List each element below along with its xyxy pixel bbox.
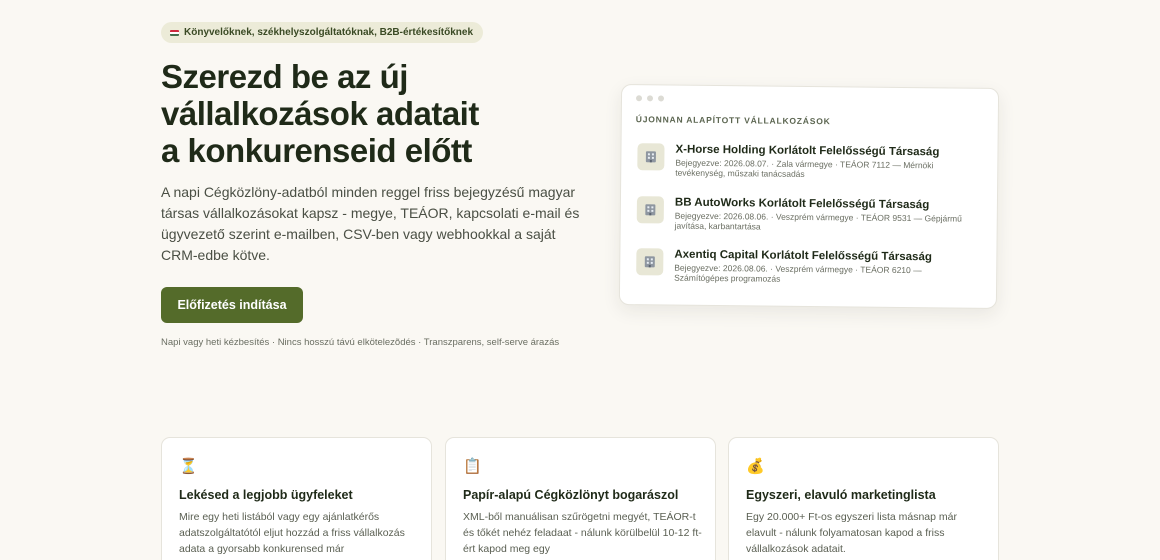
feature-card-late-clients: ⏳ Lekésed a legjobb ügyfeleket Mire egy … — [161, 437, 432, 560]
new-companies-preview-card: ÚJONNAN ALAPÍTOTT VÁLLALKOZÁSOK X-Horse … — [618, 84, 1000, 309]
audience-badge: Könyvelőknek, székhelyszolgáltatóknak, B… — [161, 22, 484, 43]
hero-title: Szerezd be az új vállalkozások adatait a… — [161, 58, 601, 169]
hero-description: A napi Cégközlöny-adatból minden reggel … — [161, 184, 580, 263]
window-dot — [635, 95, 643, 102]
hero-title-line: a konkurenseid előtt — [161, 132, 472, 169]
preview-heading: ÚJONNAN ALAPÍTOTT VÁLLALKOZÁSOK — [635, 114, 831, 127]
company-name: BB AutoWorks Korlátolt Felelősségű Társa… — [674, 196, 930, 212]
feature-card-paper-gazette: 📋 Papír-alapú Cégközlönyt bogarászol XML… — [445, 437, 716, 560]
feature-title: Egyszeri, elavuló marketinglista — [746, 488, 936, 502]
start-subscription-button[interactable]: Előfizetés indítása — [161, 287, 303, 323]
building-icon — [636, 196, 664, 224]
clipboard-icon: 📋 — [463, 458, 482, 475]
cta-note: Napi vagy heti kézbesítés · Nincs hosszú… — [161, 337, 560, 348]
window-dot — [646, 95, 654, 102]
window-dots — [635, 95, 665, 102]
company-item: BB AutoWorks Korlátolt Felelősségű Társa… — [636, 194, 977, 242]
company-meta: Bejegyezve: 2026.08.06. · Veszprém várme… — [674, 210, 962, 232]
hungarian-flag-icon — [170, 29, 179, 36]
feature-title: Papír-alapú Cégközlönyt bogarászol — [463, 488, 679, 502]
hero-title-line: Szerezd be az új — [161, 58, 408, 95]
feature-text: XML-ből manuálisan szűrögetni megyét, TE… — [463, 511, 702, 555]
company-meta: Bejegyezve: 2026.08.07. · Zala vármegye … — [675, 157, 934, 179]
hero-title-line: vállalkozások adatait — [161, 95, 479, 132]
building-icon — [637, 143, 665, 171]
company-meta: Bejegyezve: 2026.08.06. · Veszprém várme… — [674, 262, 922, 284]
company-item: Axentiq Capital Korlátolt Felelősségű Tá… — [636, 246, 976, 294]
company-name: Axentiq Capital Korlátolt Felelősségű Tá… — [674, 248, 932, 264]
company-name: X-Horse Holding Korlátolt Felelősségű Tá… — [675, 143, 940, 159]
flag-stripe-green — [170, 33, 179, 36]
feature-card-outdated-list: 💰 Egyszeri, elavuló marketinglista Egy 2… — [728, 437, 999, 560]
window-dot — [657, 95, 665, 102]
feature-text: Egy 20.000+ Ft-os egyszeri lista másnap … — [746, 511, 957, 555]
building-icon — [636, 248, 664, 276]
feature-title: Lekésed a legjobb ügyfeleket — [179, 488, 353, 502]
audience-badge-text: Könyvelőknek, székhelyszolgáltatóknak, B… — [184, 27, 474, 38]
money-bag-icon: 💰 — [746, 458, 765, 475]
hourglass-icon: ⏳ — [179, 458, 198, 475]
company-item: X-Horse Holding Korlátolt Felelősségű Tá… — [637, 141, 977, 189]
feature-text: Mire egy heti listából vagy egy ajánlatk… — [179, 511, 405, 555]
